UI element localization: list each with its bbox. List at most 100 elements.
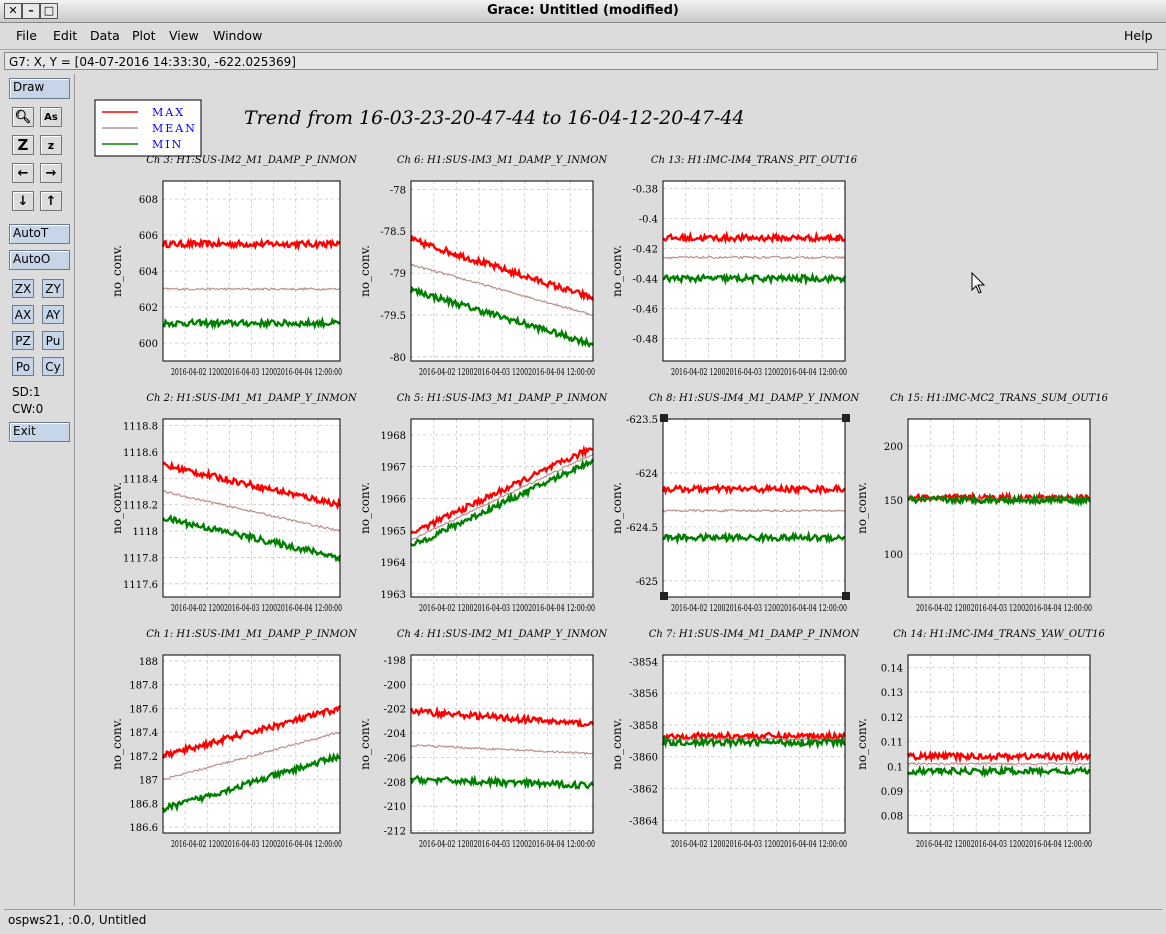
y-tick-label: -3854 — [629, 657, 658, 668]
autot-button[interactable]: AutoT — [9, 224, 70, 244]
y-tick-label: 1968 — [381, 431, 406, 442]
graph-8[interactable]: 188 187.8 187.6 187.4 187.2 187 186.8 186.6 Ch 1… — [110, 629, 358, 850]
y-tick-label: 604 — [139, 267, 158, 278]
autoo-button[interactable]: AutoO — [9, 250, 70, 270]
y-tick-label: 1963 — [381, 590, 406, 601]
y-tick-label: 150 — [884, 496, 903, 507]
cy-button[interactable]: Cy — [42, 357, 64, 376]
legend-label-mean: MEAN — [152, 122, 197, 135]
graph-title: Ch 3: H1:SUS-IM2_M1_DAMP_P_INMON — [146, 155, 358, 166]
menu-file[interactable]: File — [16, 28, 37, 43]
menu-window[interactable]: Window — [213, 28, 262, 43]
plot-canvas[interactable]: MAX MEAN MIN Trend from 16-03-23-20-47-4… — [78, 74, 1132, 890]
arrow-up-icon[interactable]: ↑ — [40, 191, 62, 211]
graph-7[interactable]: 200 150 100 Ch 15: H1:IMC-MC2_TRANS_SUM_OUT… — [855, 393, 1109, 614]
graph-9[interactable]: -198 -200 -202 -204 -206 -208 -210 -212 Ch 4: H1… — [358, 629, 608, 850]
y-axis-label: no_conv. — [610, 245, 624, 297]
y-tick-label: 187.2 — [129, 752, 158, 763]
legend-label-max: MAX — [152, 106, 185, 119]
main-title: Trend from 16-03-23-20-47-44 to 16-04-12… — [244, 107, 745, 129]
exit-button[interactable]: Exit — [9, 422, 70, 442]
y-tick-label: 1117.8 — [123, 553, 158, 564]
graph-1[interactable]: 600 602 604 606 608 Ch 3: H1:SUS-IM2_M1_DAMP_… — [110, 155, 358, 378]
draw-button[interactable]: Draw — [9, 78, 70, 99]
y-axis-label: no_conv. — [110, 718, 124, 770]
y-tick-label: 0.09 — [881, 787, 903, 798]
ax-button[interactable]: AX — [12, 305, 34, 324]
graph-11[interactable]: 0.14 0.13 0.12 0.11 0.1 0.09 0.08 Ch 14: H1:IMC… — [855, 629, 1105, 850]
graph-title: Ch 8: H1:SUS-IM4_M1_DAMP_Y_INMON — [649, 393, 861, 404]
zoom-in-icon[interactable]: Z — [12, 135, 34, 155]
window-title: Grace: Untitled (modified) — [487, 3, 679, 18]
y-tick-label: -3862 — [629, 785, 658, 796]
y-tick-label: -79.5 — [380, 311, 406, 322]
y-tick-label: -80 — [390, 353, 406, 364]
graph-5[interactable]: 1968 1967 1966 1965 1964 1963 Ch 5: H1:SUS-IM3… — [358, 393, 608, 614]
legend-label-min: MIN — [152, 138, 183, 151]
y-tick-label: 1118.4 — [123, 474, 158, 485]
y-tick-label: -212 — [384, 827, 406, 838]
po-button[interactable]: Po — [12, 357, 34, 376]
y-axis-label: no_conv. — [358, 482, 372, 534]
y-tick-label: 1118 — [133, 527, 158, 538]
graph-2[interactable]: -78 -78.5 -79 -79.5 -80 Ch 6: H1:SUS-IM3_M1_D… — [358, 155, 608, 378]
y-tick-label: 1967 — [381, 463, 406, 474]
arrow-right-icon[interactable]: → — [40, 163, 62, 183]
y-tick-label: 1118.6 — [123, 448, 158, 459]
y-tick-label: -0.4 — [639, 215, 658, 226]
graph-title: Ch 13: H1:IMC-IM4_TRANS_PIT_OUT16 — [651, 155, 858, 166]
graph-4[interactable]: 1118.8 1118.6 1118.4 1118.2 1118 1117.8 1117.6… — [110, 393, 358, 614]
graph-title: Ch 7: H1:SUS-IM4_M1_DAMP_P_INMON — [649, 629, 861, 640]
menu-plot[interactable]: Plot — [132, 28, 156, 43]
graph-title: Ch 4: H1:SUS-IM2_M1_DAMP_Y_INMON — [397, 629, 609, 640]
y-tick-label: -78.5 — [380, 227, 406, 238]
zoom-icon[interactable]: 🔍︎ — [12, 107, 34, 127]
menu-data[interactable]: Data — [90, 28, 120, 43]
coordinate-readout: G7: X, Y = [04-07-2016 14:33:30, -622.02… — [4, 52, 1158, 70]
x-tick-labels: 2016-04-02 12002016-04-03 12002016-04-04… — [671, 368, 847, 378]
zy-button[interactable]: ZY — [42, 279, 64, 298]
cw-status: CW:0 — [12, 402, 44, 416]
zx-button[interactable]: ZX — [12, 279, 34, 298]
x-tick-labels: 2016-04-02 12002016-04-03 12002016-04-04… — [916, 604, 1092, 614]
pz-button[interactable]: PZ — [12, 331, 34, 350]
y-tick-label: 187.4 — [129, 728, 158, 739]
menu-edit[interactable]: Edit — [53, 28, 77, 43]
y-tick-label: 187.6 — [129, 704, 158, 715]
y-tick-label: 200 — [884, 442, 903, 453]
autoscale-text-icon[interactable]: Aꜱ — [40, 107, 62, 127]
graph-3[interactable]: -0.38 -0.4 -0.42 -0.44 -0.46 -0.48 Ch 13: H1:I… — [610, 155, 858, 378]
ay-button[interactable]: AY — [42, 305, 64, 324]
arrow-down-icon[interactable]: ↓ — [12, 191, 34, 211]
y-axis-label: no_conv. — [110, 482, 124, 534]
x-tick-labels: 2016-04-02 12002016-04-03 12002016-04-04… — [171, 368, 342, 378]
plot-svg[interactable]: MAX MEAN MIN Trend from 16-03-23-20-47-4… — [78, 74, 1132, 890]
menu-view[interactable]: View — [169, 28, 199, 43]
y-tick-label: 1118.8 — [123, 422, 158, 433]
menu-help[interactable]: Help — [1124, 28, 1153, 43]
y-tick-label: 1117.6 — [123, 580, 158, 591]
x-tick-labels: 2016-04-02 12002016-04-03 12002016-04-04… — [671, 604, 847, 614]
y-tick-label: 1965 — [381, 526, 406, 537]
y-tick-label: 1964 — [381, 558, 406, 569]
y-tick-label: 0.1 — [887, 762, 903, 773]
arrow-left-icon[interactable]: ← — [12, 163, 34, 183]
graph-6[interactable]: -623.5 -624 -624.5 -625 Ch 8: H1:SUS-IM4_M1_… — [610, 393, 860, 614]
y-tick-label: -79 — [390, 269, 406, 280]
y-tick-label: 1118.2 — [123, 501, 158, 512]
y-tick-label: 187.8 — [129, 681, 158, 692]
y-tick-label: -198 — [384, 656, 406, 667]
pu-button[interactable]: Pu — [42, 331, 64, 350]
legend-box[interactable]: MAX MEAN MIN — [94, 99, 202, 157]
graph-title: Ch 1: H1:SUS-IM1_M1_DAMP_P_INMON — [146, 629, 358, 640]
y-tick-label: 0.14 — [881, 663, 903, 674]
y-tick-label: -0.44 — [632, 275, 658, 286]
graph-title: Ch 14: H1:IMC-IM4_TRANS_YAW_OUT16 — [893, 629, 1105, 640]
graph-10[interactable]: -3854 -3856 -3858 -3860 -3862 -3864 Ch 7: H1:S… — [610, 629, 860, 850]
zoom-out-icon[interactable]: z — [40, 135, 62, 155]
y-tick-label: 0.13 — [881, 688, 903, 699]
y-tick-label: -204 — [384, 729, 406, 740]
y-tick-label: -0.48 — [632, 335, 658, 346]
y-tick-label: -3858 — [629, 721, 658, 732]
sd-status: SD:1 — [12, 385, 41, 399]
